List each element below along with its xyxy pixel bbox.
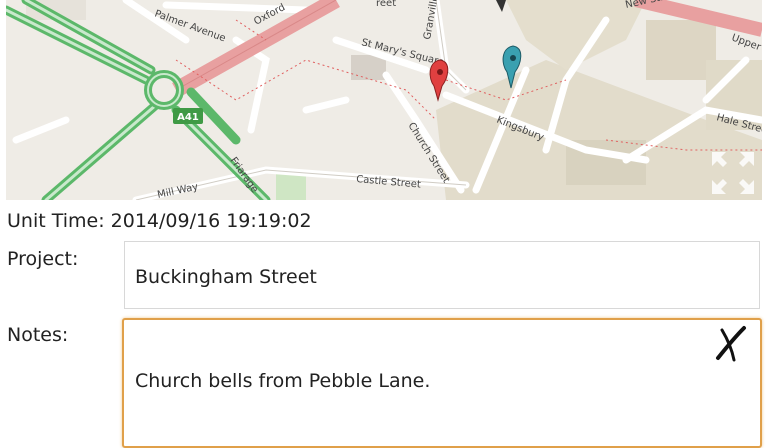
small-marker[interactable] <box>496 0 506 12</box>
expand-map-icon[interactable] <box>710 150 756 196</box>
map-canvas: A41 Palmer Avenue Oxford St Mary's Squar… <box>6 0 762 200</box>
street-millway: Mill Way <box>156 182 199 200</box>
clear-x-icon[interactable] <box>710 324 750 364</box>
street-top: reet <box>376 0 396 9</box>
notes-label: Notes: <box>7 324 69 346</box>
project-label: Project: <box>7 248 79 270</box>
project-value: Buckingham Street <box>135 266 317 288</box>
unit-time-text: Unit Time: 2014/09/16 19:19:02 <box>7 210 312 232</box>
a41-label: A41 <box>177 112 199 123</box>
map-view[interactable]: A41 Palmer Avenue Oxford St Mary's Squar… <box>6 0 762 200</box>
project-field[interactable]: Buckingham Street <box>124 241 760 309</box>
notes-field[interactable]: Church bells from Pebble Lane. <box>122 318 762 448</box>
street-castle: Castle Street <box>356 174 422 191</box>
notes-value: Church bells from Pebble Lane. <box>135 370 431 392</box>
